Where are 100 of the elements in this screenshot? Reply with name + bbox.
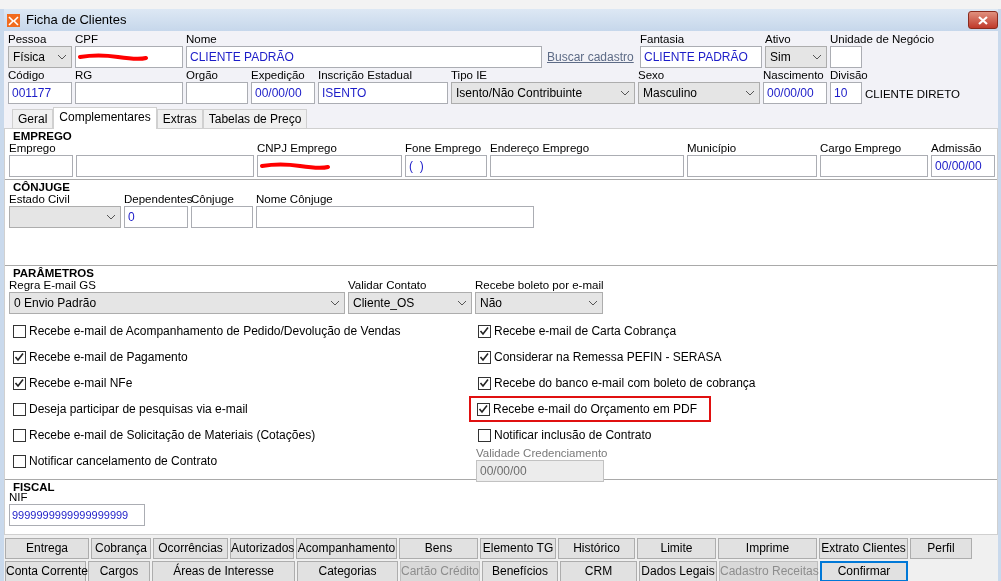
field-label: Nome Cônjuge xyxy=(256,193,333,206)
check-icon xyxy=(479,326,490,336)
dropdown[interactable]: Sim xyxy=(765,46,827,68)
field-label: Validar Contato xyxy=(348,279,427,292)
text-field[interactable] xyxy=(186,82,248,104)
field-label: Divisão xyxy=(830,69,868,82)
field-label: Admissão xyxy=(931,142,982,155)
checkbox[interactable] xyxy=(13,324,26,338)
window-title: Ficha de Clientes xyxy=(26,12,127,28)
check-icon xyxy=(14,352,25,362)
action-button[interactable]: CRM xyxy=(560,561,637,581)
text-field[interactable]: 0 xyxy=(124,206,188,228)
dropdown[interactable]: Não xyxy=(475,292,603,314)
action-button[interactable]: Categorias xyxy=(297,561,398,581)
checkbox[interactable] xyxy=(478,376,491,390)
text-field[interactable] xyxy=(75,82,183,104)
field-label: Fone Emprego xyxy=(405,142,482,155)
checkbox[interactable] xyxy=(478,324,491,338)
text-field[interactable]: 00/00/00 xyxy=(763,82,827,104)
checkbox-label: Recebe e-mail de Pagamento xyxy=(29,349,188,365)
section-heading: PARÂMETROS xyxy=(13,268,95,279)
text-field[interactable] xyxy=(9,155,73,177)
dropdown[interactable]: Isento/Não Contribuinte xyxy=(451,82,635,104)
chevron-down-icon xyxy=(457,300,467,306)
checkbox-label: Recebe e-mail NFe xyxy=(29,375,133,391)
action-button[interactable]: Conta Corrente xyxy=(5,561,86,581)
text-field[interactable]: CLIENTE PADRÃO xyxy=(640,46,762,68)
action-button[interactable]: Áreas de Interesse xyxy=(152,561,295,581)
action-button[interactable]: Dados Legais xyxy=(639,561,717,581)
text-field[interactable] xyxy=(256,206,534,228)
field-label: Tipo IE xyxy=(451,69,487,82)
action-button[interactable]: Limite xyxy=(637,538,716,559)
field-label: Nome xyxy=(186,33,217,46)
check-icon xyxy=(14,378,25,388)
text-field[interactable]: ( ) xyxy=(405,155,487,177)
field-label: Cônjuge xyxy=(191,193,234,206)
checkbox-label: Recebe e-mail do Orçamento em PDF xyxy=(493,401,698,417)
checkbox[interactable] xyxy=(13,376,26,390)
field-label: Orgão xyxy=(186,69,218,82)
close-button[interactable] xyxy=(968,11,998,29)
checkbox[interactable] xyxy=(13,454,26,468)
text-field[interactable] xyxy=(490,155,684,177)
chevron-down-icon xyxy=(330,300,340,306)
checkbox[interactable] xyxy=(478,350,491,364)
text-field[interactable] xyxy=(76,155,254,177)
action-button[interactable]: Cargos xyxy=(88,561,150,581)
chevron-down-icon xyxy=(57,54,67,60)
action-button[interactable]: Confirmar xyxy=(820,561,908,581)
action-button[interactable]: Acompanhamento xyxy=(296,538,397,559)
text-field[interactable]: ISENTO xyxy=(318,82,448,104)
dropdown[interactable]: 0 Envio Padrão xyxy=(9,292,345,314)
field-label: Sexo xyxy=(638,69,665,82)
checkbox-label: Notificar inclusão de Contrato xyxy=(494,427,652,443)
text-field[interactable] xyxy=(191,206,253,228)
checkbox[interactable] xyxy=(477,402,490,416)
text-field[interactable]: 001177 xyxy=(8,82,72,104)
action-button[interactable]: Extrato Clientes xyxy=(819,538,908,559)
tab[interactable]: Tabelas de Preço xyxy=(202,109,308,128)
checkbox[interactable] xyxy=(13,428,26,442)
tab[interactable]: Complementares xyxy=(53,107,157,129)
text-field[interactable]: 00/00/00 xyxy=(931,155,995,177)
text-field[interactable] xyxy=(257,155,402,177)
search-link[interactable]: Buscar cadastro xyxy=(545,46,637,68)
field-label: Emprego xyxy=(9,142,56,155)
dropdown[interactable]: Masculino xyxy=(638,82,760,104)
action-button[interactable]: Bens xyxy=(399,538,478,559)
app-icon xyxy=(7,13,20,27)
action-button[interactable]: Elemento TG xyxy=(480,538,556,559)
text-field[interactable] xyxy=(830,46,862,68)
text-field[interactable]: 00/00/00 xyxy=(251,82,315,104)
action-button[interactable]: Entrega xyxy=(5,538,89,559)
action-button[interactable]: Benefícios xyxy=(482,561,558,581)
tab[interactable]: Extras xyxy=(156,109,203,128)
action-button[interactable]: Histórico xyxy=(558,538,635,559)
field-label: Cargo Emprego xyxy=(820,142,902,155)
field-label: Código xyxy=(8,69,45,82)
action-button[interactable]: Perfil xyxy=(910,538,972,559)
dropdown[interactable]: Física xyxy=(8,46,72,68)
checkbox-label: Deseja participar de pesquisas via e-mail xyxy=(29,401,248,417)
text-field[interactable]: 10 xyxy=(830,82,862,104)
section-heading: CÔNJUGE xyxy=(13,182,71,193)
field-label: Inscrição Estadual xyxy=(318,69,412,82)
text-field[interactable] xyxy=(820,155,928,177)
text-field[interactable] xyxy=(687,155,817,177)
dropdown[interactable]: Cliente_OS xyxy=(348,292,472,314)
checkbox[interactable] xyxy=(13,350,26,364)
action-button[interactable]: Cobrança xyxy=(91,538,151,559)
checkbox[interactable] xyxy=(13,402,26,416)
close-icon xyxy=(978,15,988,25)
check-icon xyxy=(479,378,490,388)
tab[interactable]: Geral xyxy=(12,109,54,128)
action-button[interactable]: Ocorrências xyxy=(153,538,228,559)
text-field[interactable]: 9999999999999999999 xyxy=(9,504,145,526)
text-field[interactable]: CLIENTE PADRÃO xyxy=(186,46,542,68)
action-button[interactable]: Autorizados xyxy=(230,538,294,559)
field-label: Fantasia xyxy=(640,33,685,46)
action-button[interactable]: Imprime xyxy=(718,538,817,559)
field-label: Validade Credenciamento xyxy=(476,447,608,460)
checkbox[interactable] xyxy=(478,428,491,442)
field-label: Pessoa xyxy=(8,33,47,46)
